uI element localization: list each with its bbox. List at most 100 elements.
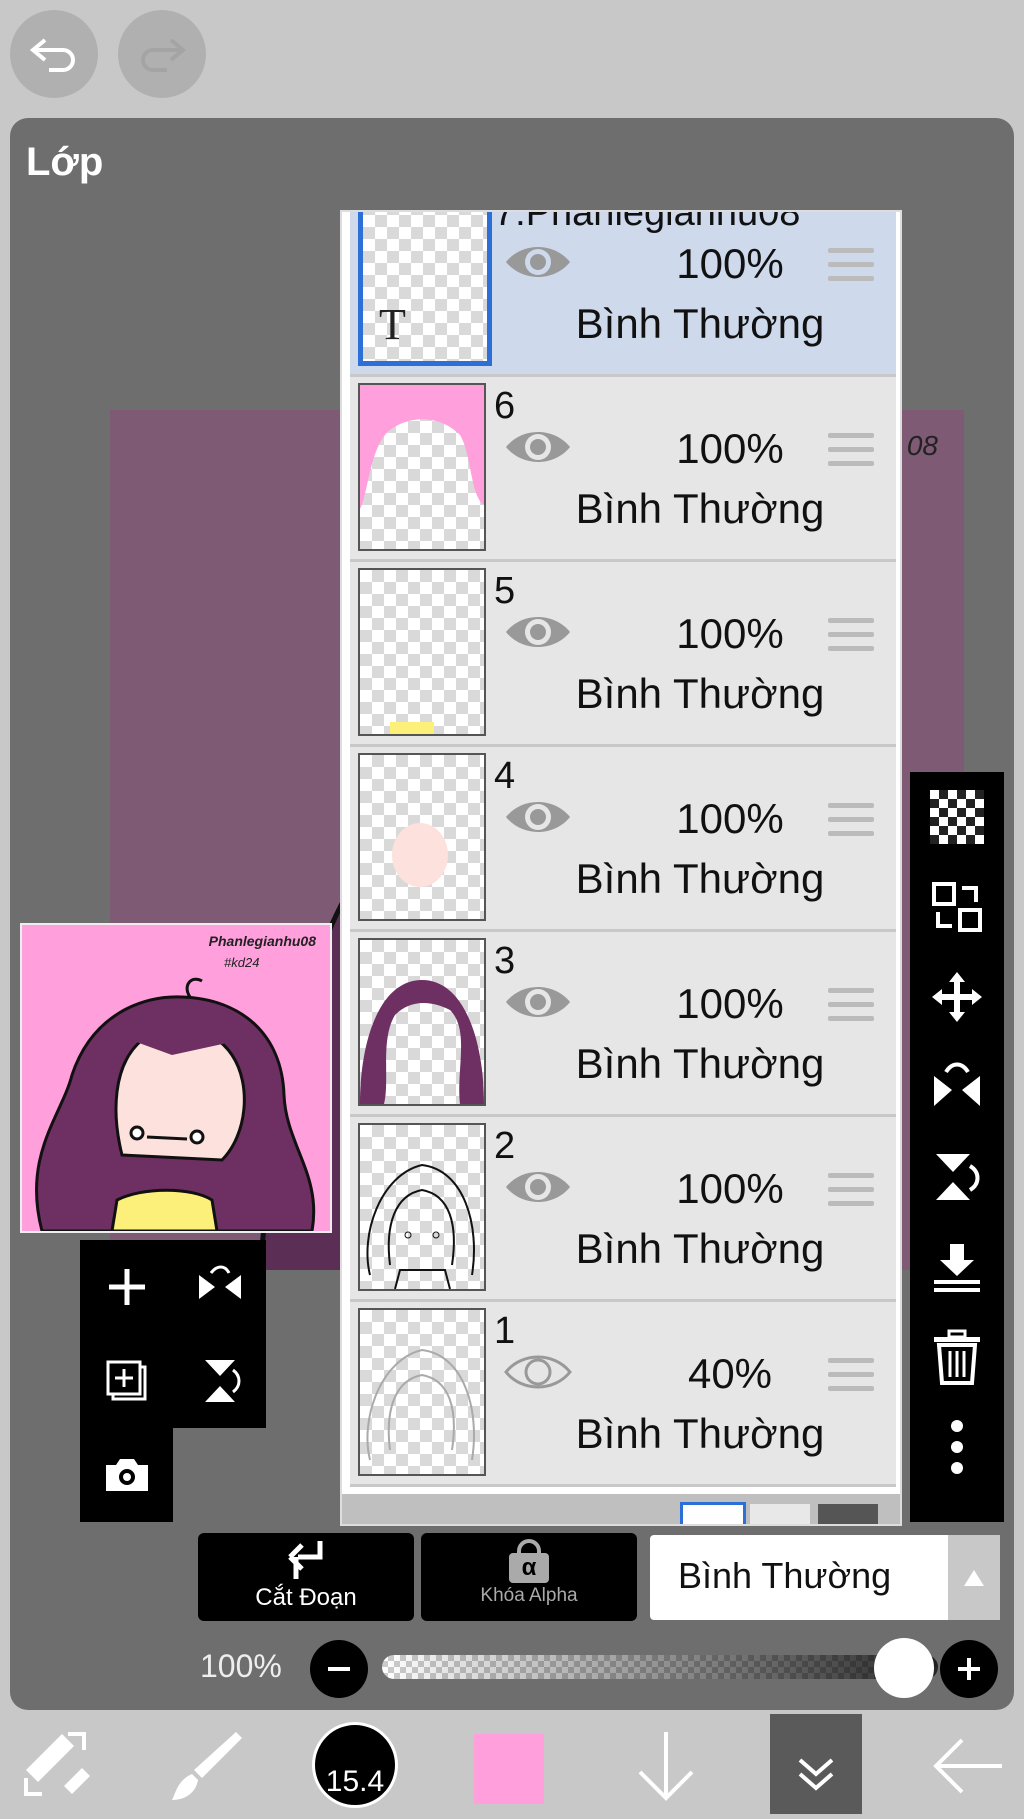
layer-thumbnail <box>358 938 486 1106</box>
transform-tool-button[interactable] <box>18 1726 98 1806</box>
panel-title: Lớp <box>26 140 104 184</box>
double-chevron-down-icon <box>798 1758 834 1791</box>
layers-panel-toggle[interactable] <box>770 1714 862 1814</box>
arrow-left-icon <box>933 1738 1002 1794</box>
layer-blend-mode: Bình Thường <box>575 300 825 347</box>
alpha-lock-button[interactable]: α Khóa Alpha <box>421 1533 637 1621</box>
triangle-up-icon <box>964 1569 984 1586</box>
layer-name: 5 <box>494 570 516 612</box>
clipping-button[interactable]: Cắt Đoạn <box>198 1533 414 1621</box>
layer-blend-mode: Bình Thường <box>575 855 825 902</box>
layer-row-1[interactable]: 1 40% Bình Thường <box>350 1302 896 1487</box>
layer-row-2[interactable]: 2 100% Bình Thường <box>350 1117 896 1302</box>
minus-icon <box>328 1667 350 1671</box>
clipping-label: Cắt Đoạn <box>255 1584 357 1611</box>
background-dark-swatch[interactable] <box>818 1504 878 1524</box>
background-layer-strip[interactable] <box>342 1494 900 1524</box>
left-toolbox <box>80 1240 266 1522</box>
layer-blend-mode: Bình Thường <box>575 670 825 717</box>
move-button[interactable] <box>910 952 1004 1042</box>
visibility-eye-icon[interactable] <box>504 425 572 469</box>
redo-button[interactable] <box>118 10 206 98</box>
right-toolbox <box>910 772 1004 1522</box>
drag-handle[interactable] <box>828 988 874 1030</box>
layer-row-7[interactable]: T 7:Phanlegianhu08 100% Bình Thường <box>350 212 896 377</box>
plus-icon <box>958 1658 980 1680</box>
canvas-signature-fragment: 08 <box>906 430 938 461</box>
more-options-button[interactable] <box>910 1402 1004 1492</box>
layer-blend-mode: Bình Thường <box>575 1225 825 1272</box>
flip-horizontal-button[interactable] <box>173 1240 266 1334</box>
trash-icon <box>934 1329 980 1385</box>
drag-handle[interactable] <box>828 803 874 845</box>
layer-2-art <box>366 1163 475 1289</box>
text-layer-glyph: T <box>379 300 406 349</box>
drag-handle[interactable] <box>828 1358 874 1400</box>
visibility-eye-icon[interactable] <box>504 980 572 1024</box>
flip-vertical-button-right[interactable] <box>910 1132 1004 1222</box>
top-toolbar <box>0 0 1024 110</box>
background-white-swatch[interactable] <box>680 1502 746 1524</box>
flip-horizontal-button-right[interactable] <box>910 1042 1004 1132</box>
transparency-button[interactable] <box>910 772 1004 862</box>
layer-blend-mode: Bình Thường <box>575 1040 825 1087</box>
layer-opacity: 100% <box>676 425 784 472</box>
bottom-toolbar: 15.4 <box>0 1712 1024 1819</box>
layer-row-3[interactable]: 3 100% Bình Thường <box>350 932 896 1117</box>
camera-icon <box>105 1459 148 1491</box>
layer-4-art <box>392 823 448 887</box>
layer-name: 1 <box>494 1310 516 1352</box>
flip-vertical-button[interactable] <box>173 1334 266 1428</box>
plus-icon <box>108 1269 145 1305</box>
visibility-eye-icon[interactable] <box>504 610 572 654</box>
more-vertical-icon <box>951 1420 963 1474</box>
back-button[interactable] <box>928 1726 1008 1806</box>
undo-button[interactable] <box>10 10 98 98</box>
visibility-eye-icon[interactable] <box>504 795 572 839</box>
dropdown-arrow-button[interactable] <box>948 1535 1000 1620</box>
layer-row-4[interactable]: 4 100% Bình Thường <box>350 747 896 932</box>
color-swatch-button[interactable] <box>474 1734 544 1804</box>
visibility-eye-icon[interactable] <box>504 1350 572 1394</box>
layer-6-art <box>360 385 484 509</box>
layer-down-button[interactable] <box>626 1726 706 1806</box>
visibility-eye-icon[interactable] <box>504 240 572 284</box>
character-illustration <box>35 977 316 1231</box>
swap-layer-button[interactable] <box>910 862 1004 952</box>
move-arrows-icon <box>932 972 982 1022</box>
undo-icon <box>29 38 75 72</box>
brush-tool-button[interactable] <box>166 1726 246 1806</box>
merge-down-button[interactable] <box>910 1222 1004 1312</box>
opacity-increase-button[interactable] <box>940 1640 998 1698</box>
layer-name: 2 <box>494 1125 516 1167</box>
blend-mode-dropdown[interactable]: Bình Thường <box>650 1535 1000 1620</box>
canvas-preview: Phanlegianhu08 #kd24 <box>20 923 332 1233</box>
background-light-swatch[interactable] <box>750 1504 810 1524</box>
drag-handle[interactable] <box>828 618 874 660</box>
layer-opacity: 100% <box>676 980 784 1027</box>
add-layer-button[interactable] <box>80 1240 173 1334</box>
visibility-eye-icon[interactable] <box>504 1165 572 1209</box>
layer-row-5[interactable]: 5 100% Bình Thường <box>350 562 896 747</box>
drag-handle[interactable] <box>828 433 874 475</box>
opacity-slider-thumb[interactable] <box>874 1638 934 1698</box>
transform-eraser-icon <box>24 1732 90 1796</box>
camera-button[interactable] <box>80 1428 173 1522</box>
layer-opacity: 100% <box>676 795 784 842</box>
brush-size-value: 15.4 <box>325 1765 385 1798</box>
layer-opacity: 40% <box>687 1350 773 1397</box>
delete-layer-button[interactable] <box>910 1312 1004 1402</box>
layer-list[interactable]: T 7:Phanlegianhu08 100% Bình Thường 6 10… <box>340 210 902 1526</box>
brush-size-button[interactable]: 15.4 <box>312 1722 398 1808</box>
checkerboard-icon <box>930 790 984 844</box>
drag-handle[interactable] <box>828 1173 874 1215</box>
paintbrush-icon <box>172 1732 242 1800</box>
layer-thumbnail <box>358 753 486 921</box>
opacity-decrease-button[interactable] <box>310 1640 368 1698</box>
layer-blend-mode: Bình Thường <box>575 1410 825 1457</box>
layer-row-6[interactable]: 6 100% Bình Thường <box>350 377 896 562</box>
duplicate-layer-button[interactable] <box>80 1334 173 1428</box>
drag-handle[interactable] <box>828 248 874 290</box>
opacity-slider-track[interactable] <box>382 1655 938 1679</box>
arrow-down-icon <box>638 1732 694 1801</box>
